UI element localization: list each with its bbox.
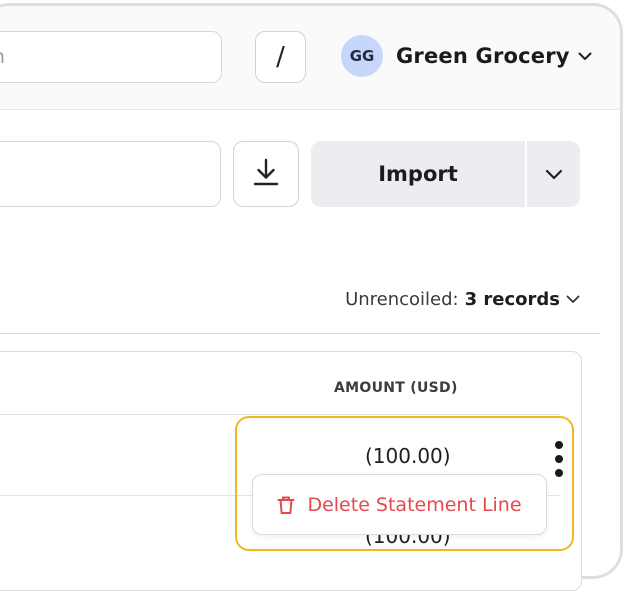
chevron-down-icon	[578, 52, 592, 61]
search-field[interactable]	[0, 46, 205, 68]
download-button[interactable]	[233, 141, 299, 207]
chevron-down-icon	[566, 295, 580, 304]
import-button[interactable]: Import	[311, 141, 525, 207]
import-split-button: Import	[311, 141, 580, 207]
search-input[interactable]	[0, 31, 222, 83]
chevron-down-icon	[545, 165, 563, 184]
avatar: GG	[341, 35, 383, 77]
unreconciled-label: Unrencoiled:	[345, 289, 459, 310]
column-header-amount: AMOUNT (USD)	[334, 380, 458, 396]
filter-input[interactable]	[0, 141, 221, 207]
divider	[0, 333, 600, 334]
account-name: Green Grocery	[396, 44, 570, 68]
shortcut-label: /	[276, 42, 285, 72]
unreconciled-count: 3 records	[464, 289, 560, 310]
focus-highlight	[235, 416, 574, 551]
unreconciled-toggle[interactable]: Unrencoiled: 3 records	[345, 289, 580, 310]
keyboard-shortcut-button[interactable]: /	[255, 31, 306, 83]
row-divider	[0, 414, 561, 415]
download-icon	[251, 157, 281, 191]
import-options-button[interactable]	[527, 141, 580, 207]
account-switcher[interactable]: GG Green Grocery	[341, 34, 592, 78]
